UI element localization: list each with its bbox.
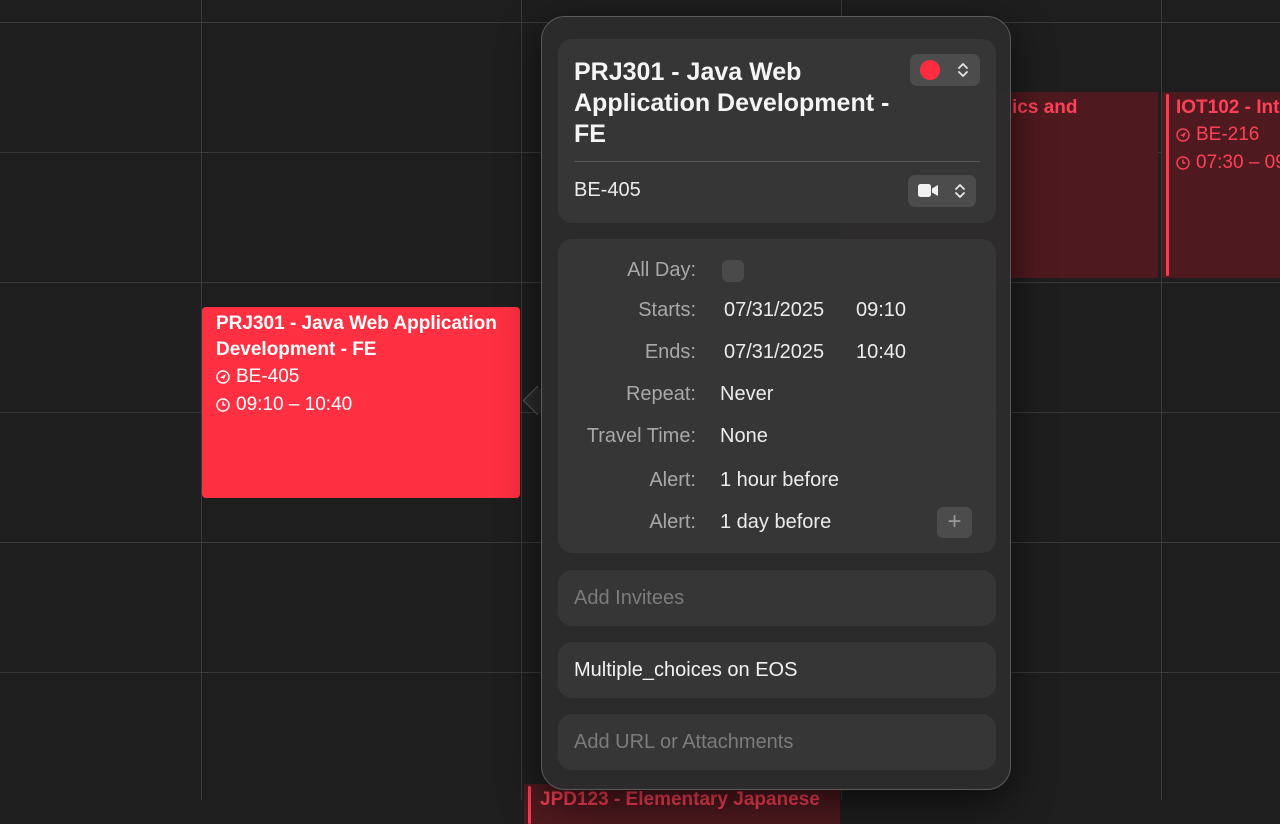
ends-row: Ends: 07/31/2025 10:40	[558, 341, 996, 371]
add-alert-button[interactable]: +	[937, 507, 972, 538]
alert-label: Alert:	[649, 511, 696, 533]
starts-date-field[interactable]: 07/31/2025	[724, 299, 824, 322]
event-title: JPD123 - Elementary Japanese	[540, 789, 820, 810]
repeat-popup[interactable]: Never	[720, 383, 773, 406]
calendar-color-dot	[920, 60, 940, 80]
divider	[574, 161, 980, 162]
all-day-checkbox[interactable]	[722, 260, 744, 282]
add-invitees-field[interactable]: Add Invitees	[558, 570, 996, 626]
event-time: 09:10 – 10:40	[236, 394, 353, 415]
starts-label: Starts:	[638, 299, 696, 321]
event-location-row: BE-216	[1176, 121, 1280, 149]
alert-popup[interactable]: 1 hour before	[720, 469, 839, 492]
starts-time-field[interactable]: 09:10	[856, 299, 906, 322]
travel-time-label: Travel Time:	[586, 425, 696, 447]
event-header-card: PRJ301 - Java Web Application Developmen…	[558, 39, 996, 223]
clock-icon	[216, 398, 230, 412]
calendar-event[interactable]: JPD123 - Elementary Japanese	[524, 784, 840, 824]
url-attachments-field[interactable]: Add URL or Attachments	[558, 714, 996, 770]
location-field[interactable]: BE-405	[574, 179, 641, 202]
repeat-row: Repeat: Never	[558, 383, 996, 413]
ends-date-field[interactable]: 07/31/2025	[724, 341, 824, 364]
travel-time-popup[interactable]: None	[720, 425, 768, 448]
all-day-label: All Day:	[627, 259, 696, 281]
starts-row: Starts: 07/31/2025 09:10	[558, 299, 996, 329]
selected-calendar-event[interactable]: PRJ301 - Java Web Application Developmen…	[202, 307, 520, 498]
calendar-event[interactable]: IOT102 - Int BE-216 07:30 – 09	[1162, 92, 1280, 278]
chevron-up-down-icon	[955, 184, 965, 198]
event-title-field[interactable]: PRJ301 - Java Web Application Developmen…	[574, 57, 904, 150]
event-time: 07:30 – 09	[1196, 152, 1280, 173]
location-icon	[1176, 128, 1190, 142]
event-details-card: All Day: Starts: 07/31/2025 09:10 Ends: …	[558, 239, 996, 553]
alert-row: Alert: 1 day before	[558, 511, 996, 541]
alert-label: Alert:	[649, 469, 696, 491]
ends-label: Ends:	[644, 341, 696, 363]
event-title: PRJ301 - Java Web Application Developmen…	[216, 313, 497, 360]
event-time-row: 07:30 – 09	[1176, 149, 1280, 177]
event-title: ics and	[1012, 97, 1078, 118]
notes-field[interactable]: Multiple_choices on EOS	[558, 642, 996, 698]
travel-time-row: Travel Time: None	[558, 425, 996, 455]
event-location-row: BE-405	[216, 363, 506, 391]
event-time-row: 09:10 – 10:40	[216, 391, 506, 419]
event-title: IOT102 - Int	[1176, 97, 1280, 118]
video-camera-icon	[918, 184, 938, 197]
calendar-color-picker[interactable]	[910, 54, 980, 86]
all-day-row: All Day:	[558, 259, 996, 289]
alert-row: Alert: 1 hour before	[558, 469, 996, 499]
location-icon	[216, 370, 230, 384]
clock-icon	[1176, 156, 1190, 170]
video-call-picker[interactable]	[908, 175, 976, 207]
repeat-label: Repeat:	[625, 383, 696, 405]
alert-popup[interactable]: 1 day before	[720, 511, 831, 534]
ends-time-field[interactable]: 10:40	[856, 341, 906, 364]
chevron-up-down-icon	[958, 63, 968, 77]
event-detail-popover: PRJ301 - Java Web Application Developmen…	[541, 16, 1011, 790]
event-location: BE-405	[236, 366, 300, 387]
event-location: BE-216	[1196, 124, 1260, 145]
